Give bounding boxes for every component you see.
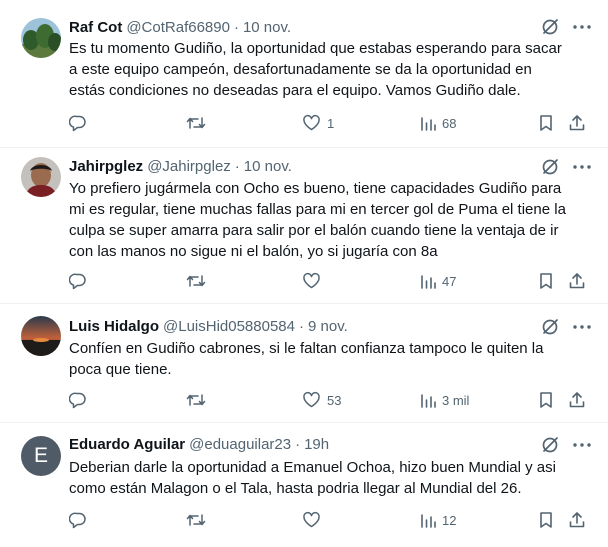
like-button[interactable]: 1 <box>302 112 334 134</box>
avatar[interactable] <box>21 18 61 58</box>
tweet-actions: 47 <box>0 270 608 292</box>
more-icon[interactable] <box>572 157 592 177</box>
retweet-button[interactable] <box>186 112 212 134</box>
tweet-timestamp[interactable]: 10 nov. <box>244 158 292 175</box>
like-button[interactable] <box>302 509 327 531</box>
more-icon[interactable] <box>572 17 592 37</box>
views-count: 3 mil <box>442 392 470 408</box>
bookmark-button[interactable] <box>538 112 554 134</box>
share-icon <box>568 272 586 290</box>
avatar[interactable]: E <box>21 436 61 476</box>
bookmark-icon <box>538 511 554 529</box>
views-count: 47 <box>442 273 457 289</box>
views-button[interactable]: 47 <box>420 270 456 292</box>
reply-button[interactable] <box>69 389 93 411</box>
bookmark-button[interactable] <box>538 389 554 411</box>
tweet-card[interactable]: E Eduardo Aguilar @eduaguilar23 · 19h De… <box>0 423 608 547</box>
bookmark-icon <box>538 272 554 290</box>
retweet-button[interactable] <box>186 509 212 531</box>
tweet-timestamp[interactable]: 9 nov. <box>308 318 348 335</box>
retweet-icon <box>186 114 206 132</box>
tweet-text: Es tu momento Gudiño, la oportunidad que… <box>69 40 562 99</box>
views-icon <box>420 114 436 132</box>
share-icon <box>568 511 586 529</box>
tweet-actions: 12 <box>0 509 608 531</box>
tweet-actions: 1 68 <box>0 112 608 134</box>
bookmark-icon <box>538 114 554 132</box>
more-icon[interactable] <box>572 435 592 455</box>
reply-icon <box>69 272 87 290</box>
like-count: 1 <box>327 115 335 131</box>
share-icon <box>568 391 586 409</box>
share-button[interactable] <box>568 389 586 411</box>
retweet-icon <box>186 272 206 290</box>
tweet-text: Yo prefiero jugármela con Ocho es bueno,… <box>69 180 566 260</box>
reply-icon <box>69 391 87 409</box>
grok-icon[interactable] <box>540 17 560 37</box>
author-name[interactable]: Luis Hidalgo <box>69 318 159 335</box>
reply-button[interactable] <box>69 509 93 531</box>
tweet-card[interactable]: Luis Hidalgo @LuisHid05880584 · 9 nov. C… <box>0 304 608 423</box>
heart-icon <box>302 272 321 290</box>
avatar[interactable] <box>21 316 61 356</box>
tweet-actions: 53 3 mil <box>0 389 608 411</box>
bookmark-button[interactable] <box>538 270 554 292</box>
reply-button[interactable] <box>69 112 93 134</box>
separator-dot: · <box>234 157 240 175</box>
heart-icon <box>302 114 321 132</box>
author-handle[interactable]: @eduaguilar23 <box>189 436 291 453</box>
retweet-button[interactable] <box>186 389 212 411</box>
tweet-card[interactable]: Raf Cot @CotRaf66890 · 10 nov. Es tu mom… <box>0 0 608 148</box>
retweet-icon <box>186 511 206 529</box>
author-handle[interactable]: @LuisHid05880584 <box>163 318 295 335</box>
tweet-timestamp[interactable]: 19h <box>304 436 329 453</box>
tweet-timestamp[interactable]: 10 nov. <box>243 19 291 36</box>
reply-icon <box>69 114 87 132</box>
bookmark-icon <box>538 391 554 409</box>
tweet-text: Deberian darle la oportunidad a Emanuel … <box>69 459 556 497</box>
separator-dot: · <box>233 18 239 36</box>
share-button[interactable] <box>568 270 586 292</box>
heart-icon <box>302 391 321 409</box>
heart-icon <box>302 511 321 529</box>
separator-dot: · <box>299 317 304 335</box>
bookmark-button[interactable] <box>538 509 554 531</box>
author-handle[interactable]: @Jahirpglez <box>147 158 231 175</box>
views-button[interactable]: 3 mil <box>420 389 469 411</box>
views-icon <box>420 391 436 409</box>
avatar-letter: E <box>33 444 48 467</box>
views-button[interactable]: 68 <box>420 112 456 134</box>
views-icon <box>420 272 436 290</box>
share-icon <box>568 114 586 132</box>
author-name[interactable]: Eduardo Aguilar <box>69 436 185 453</box>
more-icon[interactable] <box>572 317 592 337</box>
like-button[interactable]: 53 <box>302 389 341 411</box>
views-button[interactable]: 12 <box>420 509 456 531</box>
separator-dot: · <box>295 435 301 453</box>
share-button[interactable] <box>568 509 586 531</box>
tweet-card[interactable]: Jahirpglez @Jahirpglez · 10 nov. Yo pref… <box>0 148 608 304</box>
author-handle[interactable]: @CotRaf66890 <box>126 19 230 36</box>
like-button[interactable] <box>302 270 327 292</box>
tweet-text: Confíen en Gudiño cabrones, si le faltan… <box>69 340 544 378</box>
reply-button[interactable] <box>69 270 93 292</box>
grok-icon[interactable] <box>540 317 560 337</box>
retweet-icon <box>186 391 206 409</box>
author-name[interactable]: Jahirpglez <box>69 158 143 175</box>
views-count: 68 <box>442 115 457 131</box>
reply-icon <box>69 511 87 529</box>
grok-icon[interactable] <box>540 157 560 177</box>
views-count: 12 <box>442 512 457 528</box>
author-name[interactable]: Raf Cot <box>69 19 122 36</box>
share-button[interactable] <box>568 112 586 134</box>
views-icon <box>420 511 436 529</box>
retweet-button[interactable] <box>186 270 212 292</box>
like-count: 53 <box>327 392 342 408</box>
avatar[interactable] <box>21 157 61 197</box>
grok-icon[interactable] <box>540 435 560 455</box>
